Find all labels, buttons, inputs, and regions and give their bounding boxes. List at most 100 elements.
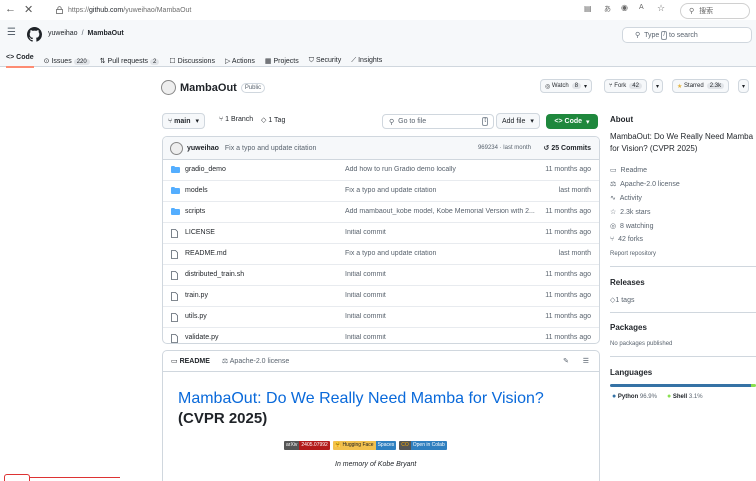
code-icon: <> [6, 54, 15, 61]
readme-link[interactable]: ▭ Readme [610, 166, 647, 175]
tab-issues[interactable]: ⊙ Issues 220 [44, 57, 90, 65]
badge-right: 2405.07992 [299, 441, 330, 450]
outline-list-icon[interactable]: ☰ [583, 357, 589, 365]
commit-hash[interactable]: 969234 · last month [478, 145, 531, 151]
file-name-link[interactable]: train.py [185, 292, 208, 299]
close-icon[interactable]: ✕ [24, 3, 33, 16]
go-to-file-input[interactable]: ⚲ Go to file t [382, 114, 494, 129]
table-icon: ▦ [264, 58, 272, 65]
file-commit-message[interactable]: Fix a typo and update citation [345, 187, 535, 194]
fork-dropdown[interactable]: ▾ [652, 79, 664, 93]
tags-label: 1 Tag [268, 116, 286, 124]
file-name-link[interactable]: validate.py [185, 334, 218, 341]
file-commit-message[interactable]: Initial commit [345, 334, 535, 341]
activity-link[interactable]: ∿ Activity [610, 194, 642, 203]
watching-link[interactable]: ◎ 8 watching [610, 222, 653, 231]
file-commit-message[interactable]: Add mambaout_kobe model, Kobe Memorial V… [345, 208, 535, 215]
tab-projects[interactable]: ▦ Projects [265, 57, 299, 65]
avatar[interactable] [161, 80, 176, 95]
chevron-down-icon: ▾ [742, 83, 746, 90]
chevron-down-icon: ▾ [530, 118, 534, 125]
file-commit-message[interactable]: Fix a typo and update citation [345, 250, 535, 257]
star-dropdown[interactable]: ▾ [738, 79, 750, 93]
browser-search-box[interactable]: ⚲ 搜索 [680, 3, 750, 19]
read-aloud-icon[interactable]: A [639, 4, 644, 11]
github-logo-icon[interactable] [27, 27, 42, 42]
language-name[interactable]: Shell [673, 394, 687, 400]
repo-name[interactable]: MambaOut [180, 82, 237, 94]
star-label: Starred [684, 83, 704, 89]
add-file-button[interactable]: Add file ▾ [496, 113, 540, 129]
tab-insights[interactable]: ⟋ Insights [351, 57, 382, 65]
readme-title[interactable]: MambaOut: Do We Really Need Mamba for Vi… [178, 390, 544, 408]
star-button[interactable]: ★ Starred 2.3k [672, 79, 730, 93]
language-name[interactable]: Python [618, 394, 638, 400]
file-name-link[interactable]: distributed_train.sh [185, 271, 244, 278]
pull-request-icon: ⇅ [99, 58, 106, 65]
author-avatar[interactable] [170, 141, 183, 155]
file-commit-message[interactable]: Add how to run Gradio demo locally [345, 166, 535, 173]
hamburger-menu-icon[interactable]: ☰ [7, 27, 16, 38]
releases-heading[interactable]: Releases [610, 278, 645, 287]
readme-tab[interactable]: ▭ README [171, 357, 210, 365]
edit-pencil-icon[interactable]: ✎ [563, 357, 569, 365]
search-shortcut-key: / [661, 30, 667, 40]
tab-discussions[interactable]: ☐ Discussions [169, 57, 215, 65]
commit-author[interactable]: yuweihao [187, 145, 219, 152]
file-commit-message[interactable]: Initial commit [345, 292, 535, 299]
commit-message[interactable]: Fix a typo and update citation [225, 145, 316, 152]
no-packages-text: No packages published [610, 341, 673, 347]
favorite-star-icon[interactable]: ☆ [657, 3, 665, 14]
translate-icon[interactable]: あ [604, 4, 611, 14]
tags-link[interactable]: ◇ 1 Tag [261, 116, 286, 125]
reader-icon[interactable]: ▤ [584, 4, 592, 13]
file-row: distributed_train.sh Initial commit 11 mon… [163, 265, 599, 286]
packages-heading[interactable]: Packages [610, 323, 647, 332]
fork-count: 42 [629, 83, 642, 89]
tags-sidebar-link[interactable]: ◇ 1 tags [610, 296, 634, 305]
history-icon: ↺ [543, 145, 550, 152]
address-bar[interactable]: https://github.com/yuweihao/MambaOut [50, 3, 605, 17]
file-commit-message[interactable]: Initial commit [345, 229, 535, 236]
license-tab[interactable]: ⚖ Apache-2.0 license [222, 357, 289, 365]
file-commit-message[interactable]: Initial commit [345, 271, 535, 278]
report-repository-link[interactable]: Report repository [610, 251, 656, 257]
fork-button[interactable]: ⑂ Fork 42 [604, 79, 647, 93]
tab-code[interactable]: <> Code [6, 54, 34, 68]
stars-link[interactable]: ☆ 2.3k stars [610, 208, 651, 217]
branches-link[interactable]: ⑂ 1 Branch [219, 116, 253, 123]
license-link[interactable]: ⚖ Apache-2.0 license [610, 180, 680, 189]
arxiv-badge[interactable]: arXiv 2405.07992 [284, 441, 330, 450]
star-icon: ☆ [610, 209, 617, 216]
hugging-face-badge[interactable]: 🤗 Hugging Face Spaces [332, 441, 397, 450]
repo-link[interactable]: MambaOut [88, 30, 124, 37]
branch-selector[interactable]: ⑂ main ▾ [162, 113, 206, 129]
extension-icon[interactable]: ◉ [621, 3, 628, 12]
readme-link-label: Readme [620, 166, 647, 174]
file-commit-time: 11 months ago [545, 229, 591, 236]
code-button[interactable]: <> Code ▾ [546, 114, 598, 129]
file-name-link[interactable]: models [185, 187, 208, 194]
file-name-link[interactable]: README.md [185, 250, 227, 257]
book-icon: ▭ [610, 167, 617, 174]
tab-security[interactable]: ⛉ Security [309, 57, 342, 65]
tab-actions[interactable]: ▷ Actions [225, 57, 255, 65]
commits-link[interactable]: ↺ 25 Commits [543, 144, 591, 152]
file-commit-message[interactable]: Initial commit [345, 313, 535, 320]
back-arrow-icon[interactable]: ← [5, 3, 16, 15]
file-name-link[interactable]: scripts [185, 208, 205, 215]
file-table: yuweihao Fix a typo and update citation … [162, 136, 600, 344]
file-name-link[interactable]: LICENSE [185, 229, 215, 236]
github-search-input[interactable]: ⚲ Type / to search [622, 27, 752, 43]
watch-button[interactable]: ◎ Watch 8 ▾ [540, 79, 593, 93]
file-name-link[interactable]: gradio_demo [185, 166, 226, 173]
tab-pull-requests[interactable]: ⇅ Pull requests 2 [100, 57, 160, 65]
forks-link[interactable]: ⑂ 42 forks [610, 236, 643, 243]
browser-toolbar: ← ✕ https://github.com/yuweihao/MambaOut… [0, 0, 756, 21]
file-name-link[interactable]: utils.py [185, 313, 207, 320]
colab-badge[interactable]: CO Open in Colab [399, 441, 447, 450]
file-row: validate.py Initial commit 11 months ago [163, 328, 599, 343]
owner-link[interactable]: yuweihao [48, 30, 78, 37]
divider [610, 266, 756, 267]
branches-label: 1 Branch [225, 116, 254, 123]
